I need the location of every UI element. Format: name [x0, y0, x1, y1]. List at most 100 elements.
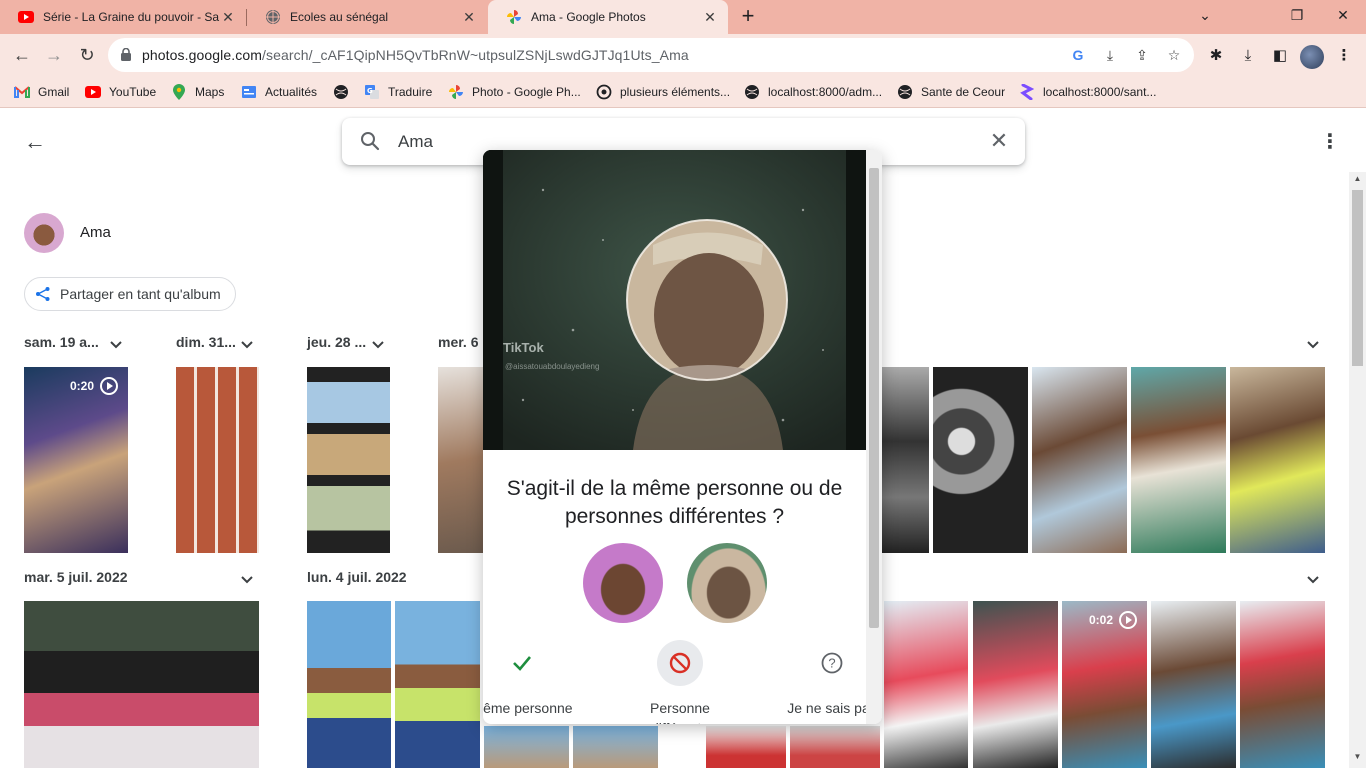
- bookmark-label: Photo - Google Ph...: [472, 85, 581, 99]
- globe-icon: [265, 9, 281, 25]
- globe-icon: [744, 84, 760, 100]
- svg-text:?: ?: [828, 656, 835, 671]
- download-icon[interactable]: ⤓: [1238, 46, 1258, 66]
- photo-thumbnail[interactable]: [1032, 367, 1127, 553]
- close-icon[interactable]: ✕: [702, 9, 718, 26]
- bookmark-label: Traduire: [388, 85, 433, 99]
- more-options-icon[interactable]: ⋮: [1318, 130, 1342, 154]
- tab-google-photos[interactable]: Ama - Google Photos ✕: [488, 0, 728, 34]
- heroku-icon: [1019, 84, 1035, 100]
- chevron-down-icon[interactable]: [370, 336, 386, 352]
- bookmark-localhost-sante[interactable]: localhost:8000/sant...: [1019, 82, 1156, 102]
- profile-avatar[interactable]: [1300, 45, 1324, 69]
- chevron-down-icon[interactable]: [108, 336, 124, 352]
- bookmark-label: Gmail: [38, 85, 70, 99]
- clear-search-icon[interactable]: ✕: [987, 129, 1011, 153]
- bookmark-globe[interactable]: [333, 82, 357, 102]
- date-group-label[interactable]: lun. 4 juil. 2022: [307, 569, 407, 585]
- chevron-down-icon[interactable]: [1305, 571, 1321, 587]
- close-icon[interactable]: ✕: [461, 9, 477, 26]
- restore-window-icon[interactable]: ❐: [1274, 0, 1320, 30]
- photo-thumbnail[interactable]: [1240, 601, 1325, 768]
- chevron-down-icon[interactable]: [1305, 336, 1321, 352]
- new-tab-button[interactable]: +: [736, 5, 760, 29]
- extensions-puzzle-icon[interactable]: ✱: [1206, 46, 1226, 66]
- bookmark-localhost-admin[interactable]: localhost:8000/adm...: [744, 82, 882, 102]
- dialog-scrollbar-thumb[interactable]: [869, 168, 879, 628]
- bookmark-maps[interactable]: Maps: [171, 82, 224, 102]
- photo-thumbnail[interactable]: [176, 367, 259, 553]
- google-lens-icon[interactable]: G: [1069, 46, 1087, 64]
- person-name[interactable]: Ama: [80, 224, 111, 241]
- tab-youtube[interactable]: Série - La Graine du pouvoir - Sa ✕: [0, 0, 246, 34]
- scroll-up-arrow-icon[interactable]: ▲: [1351, 174, 1364, 186]
- video-duration: 0:20: [70, 377, 118, 395]
- photo-thumbnail[interactable]: [882, 367, 929, 553]
- photo-thumbnail[interactable]: [573, 726, 658, 768]
- address-bar[interactable]: photos.google.com/search/_cAF1QipNH5QvTb…: [108, 38, 1194, 72]
- tiktok-watermark: TikTok: [503, 340, 544, 355]
- bookmark-actualites[interactable]: Actualités: [241, 82, 317, 102]
- date-group-label[interactable]: sam. 19 a...: [24, 334, 99, 350]
- page-scrollbar-thumb[interactable]: [1352, 190, 1363, 366]
- same-person-button[interactable]: Même personne: [483, 640, 582, 718]
- search-icon: [361, 132, 380, 151]
- news-icon: [241, 84, 257, 100]
- face-thumbnail-ama: [583, 543, 663, 623]
- browser-menu-icon[interactable]: ⋮: [1334, 46, 1354, 66]
- openai-icon: [596, 84, 612, 100]
- photo-thumbnail[interactable]: [706, 726, 786, 768]
- bookmark-label: localhost:8000/adm...: [768, 85, 883, 99]
- dialog-question: S'agit-il de la même personne ou de pers…: [506, 477, 843, 528]
- photo-thumbnail[interactable]: [307, 601, 391, 768]
- back-arrow-icon[interactable]: ←: [9, 42, 35, 68]
- date-group-label[interactable]: mar. 5 juil. 2022: [24, 569, 128, 585]
- photo-thumbnail[interactable]: [307, 367, 390, 553]
- photo-thumbnail[interactable]: [884, 601, 968, 768]
- bookmark-youtube[interactable]: YouTube: [85, 82, 156, 102]
- chevron-down-icon[interactable]: [239, 571, 255, 587]
- side-panel-icon[interactable]: ◧: [1270, 46, 1290, 66]
- chevron-down-icon[interactable]: [239, 336, 255, 352]
- chevron-down-icon[interactable]: ⌄: [1182, 0, 1228, 30]
- forward-arrow-icon[interactable]: →: [41, 42, 67, 68]
- tab-strip: Série - La Graine du pouvoir - Sa ✕ Ecol…: [0, 0, 1366, 34]
- avatar: [24, 213, 64, 253]
- photo-thumbnail[interactable]: [1230, 367, 1325, 553]
- photo-thumbnail[interactable]: [933, 367, 1028, 553]
- photo-thumbnail[interactable]: [1131, 367, 1226, 553]
- photo-thumbnail[interactable]: [484, 726, 569, 768]
- date-group-label[interactable]: jeu. 28 ...: [307, 334, 366, 350]
- url-text: photos.google.com/search/_cAF1QipNH5QvTb…: [142, 47, 689, 63]
- share-page-icon[interactable]: ⇪: [1133, 46, 1151, 64]
- close-window-icon[interactable]: ✕: [1320, 0, 1366, 30]
- google-photos-icon: [448, 84, 464, 100]
- bookmark-star-icon[interactable]: ☆: [1165, 46, 1183, 64]
- share-as-album-button[interactable]: Partager en tant qu'album: [24, 277, 236, 311]
- bookmark-sante-de-ceour[interactable]: Sante de Ceour: [897, 82, 1005, 102]
- bookmark-plusieurs[interactable]: plusieurs éléments...: [596, 82, 730, 102]
- video-thumbnail[interactable]: 0:02: [1062, 601, 1147, 768]
- close-icon[interactable]: ✕: [220, 9, 236, 26]
- bookmark-traduire[interactable]: G Traduire: [364, 82, 432, 102]
- photo-thumbnail[interactable]: [438, 367, 488, 553]
- photo-thumbnail[interactable]: [790, 726, 880, 768]
- install-app-icon[interactable]: ⤓: [1101, 46, 1119, 64]
- reload-icon[interactable]: ↻: [74, 42, 100, 68]
- browser-toolbar: ← → ↻ photos.google.com/search/_cAF1QipN…: [0, 34, 1366, 76]
- gmail-icon: [14, 84, 30, 100]
- tab-title: Ama - Google Photos: [531, 10, 646, 24]
- bookmark-google-photos[interactable]: Photo - Google Ph...: [448, 82, 581, 102]
- search-input[interactable]: Ama: [398, 132, 433, 152]
- bookmark-gmail[interactable]: Gmail: [14, 82, 69, 102]
- different-person-button[interactable]: Personne différente: [620, 640, 740, 724]
- photo-thumbnail[interactable]: [395, 601, 480, 768]
- scroll-down-arrow-icon[interactable]: ▼: [1351, 752, 1364, 764]
- photo-thumbnail[interactable]: [973, 601, 1058, 768]
- back-arrow-icon[interactable]: ←: [24, 130, 48, 154]
- video-thumbnail[interactable]: 0:20: [24, 367, 128, 553]
- photo-thumbnail[interactable]: [24, 601, 259, 768]
- tab-ecoles[interactable]: Ecoles au sénégal ✕: [247, 0, 487, 34]
- photo-thumbnail[interactable]: [1151, 601, 1236, 768]
- date-group-label[interactable]: dim. 31...: [176, 334, 236, 350]
